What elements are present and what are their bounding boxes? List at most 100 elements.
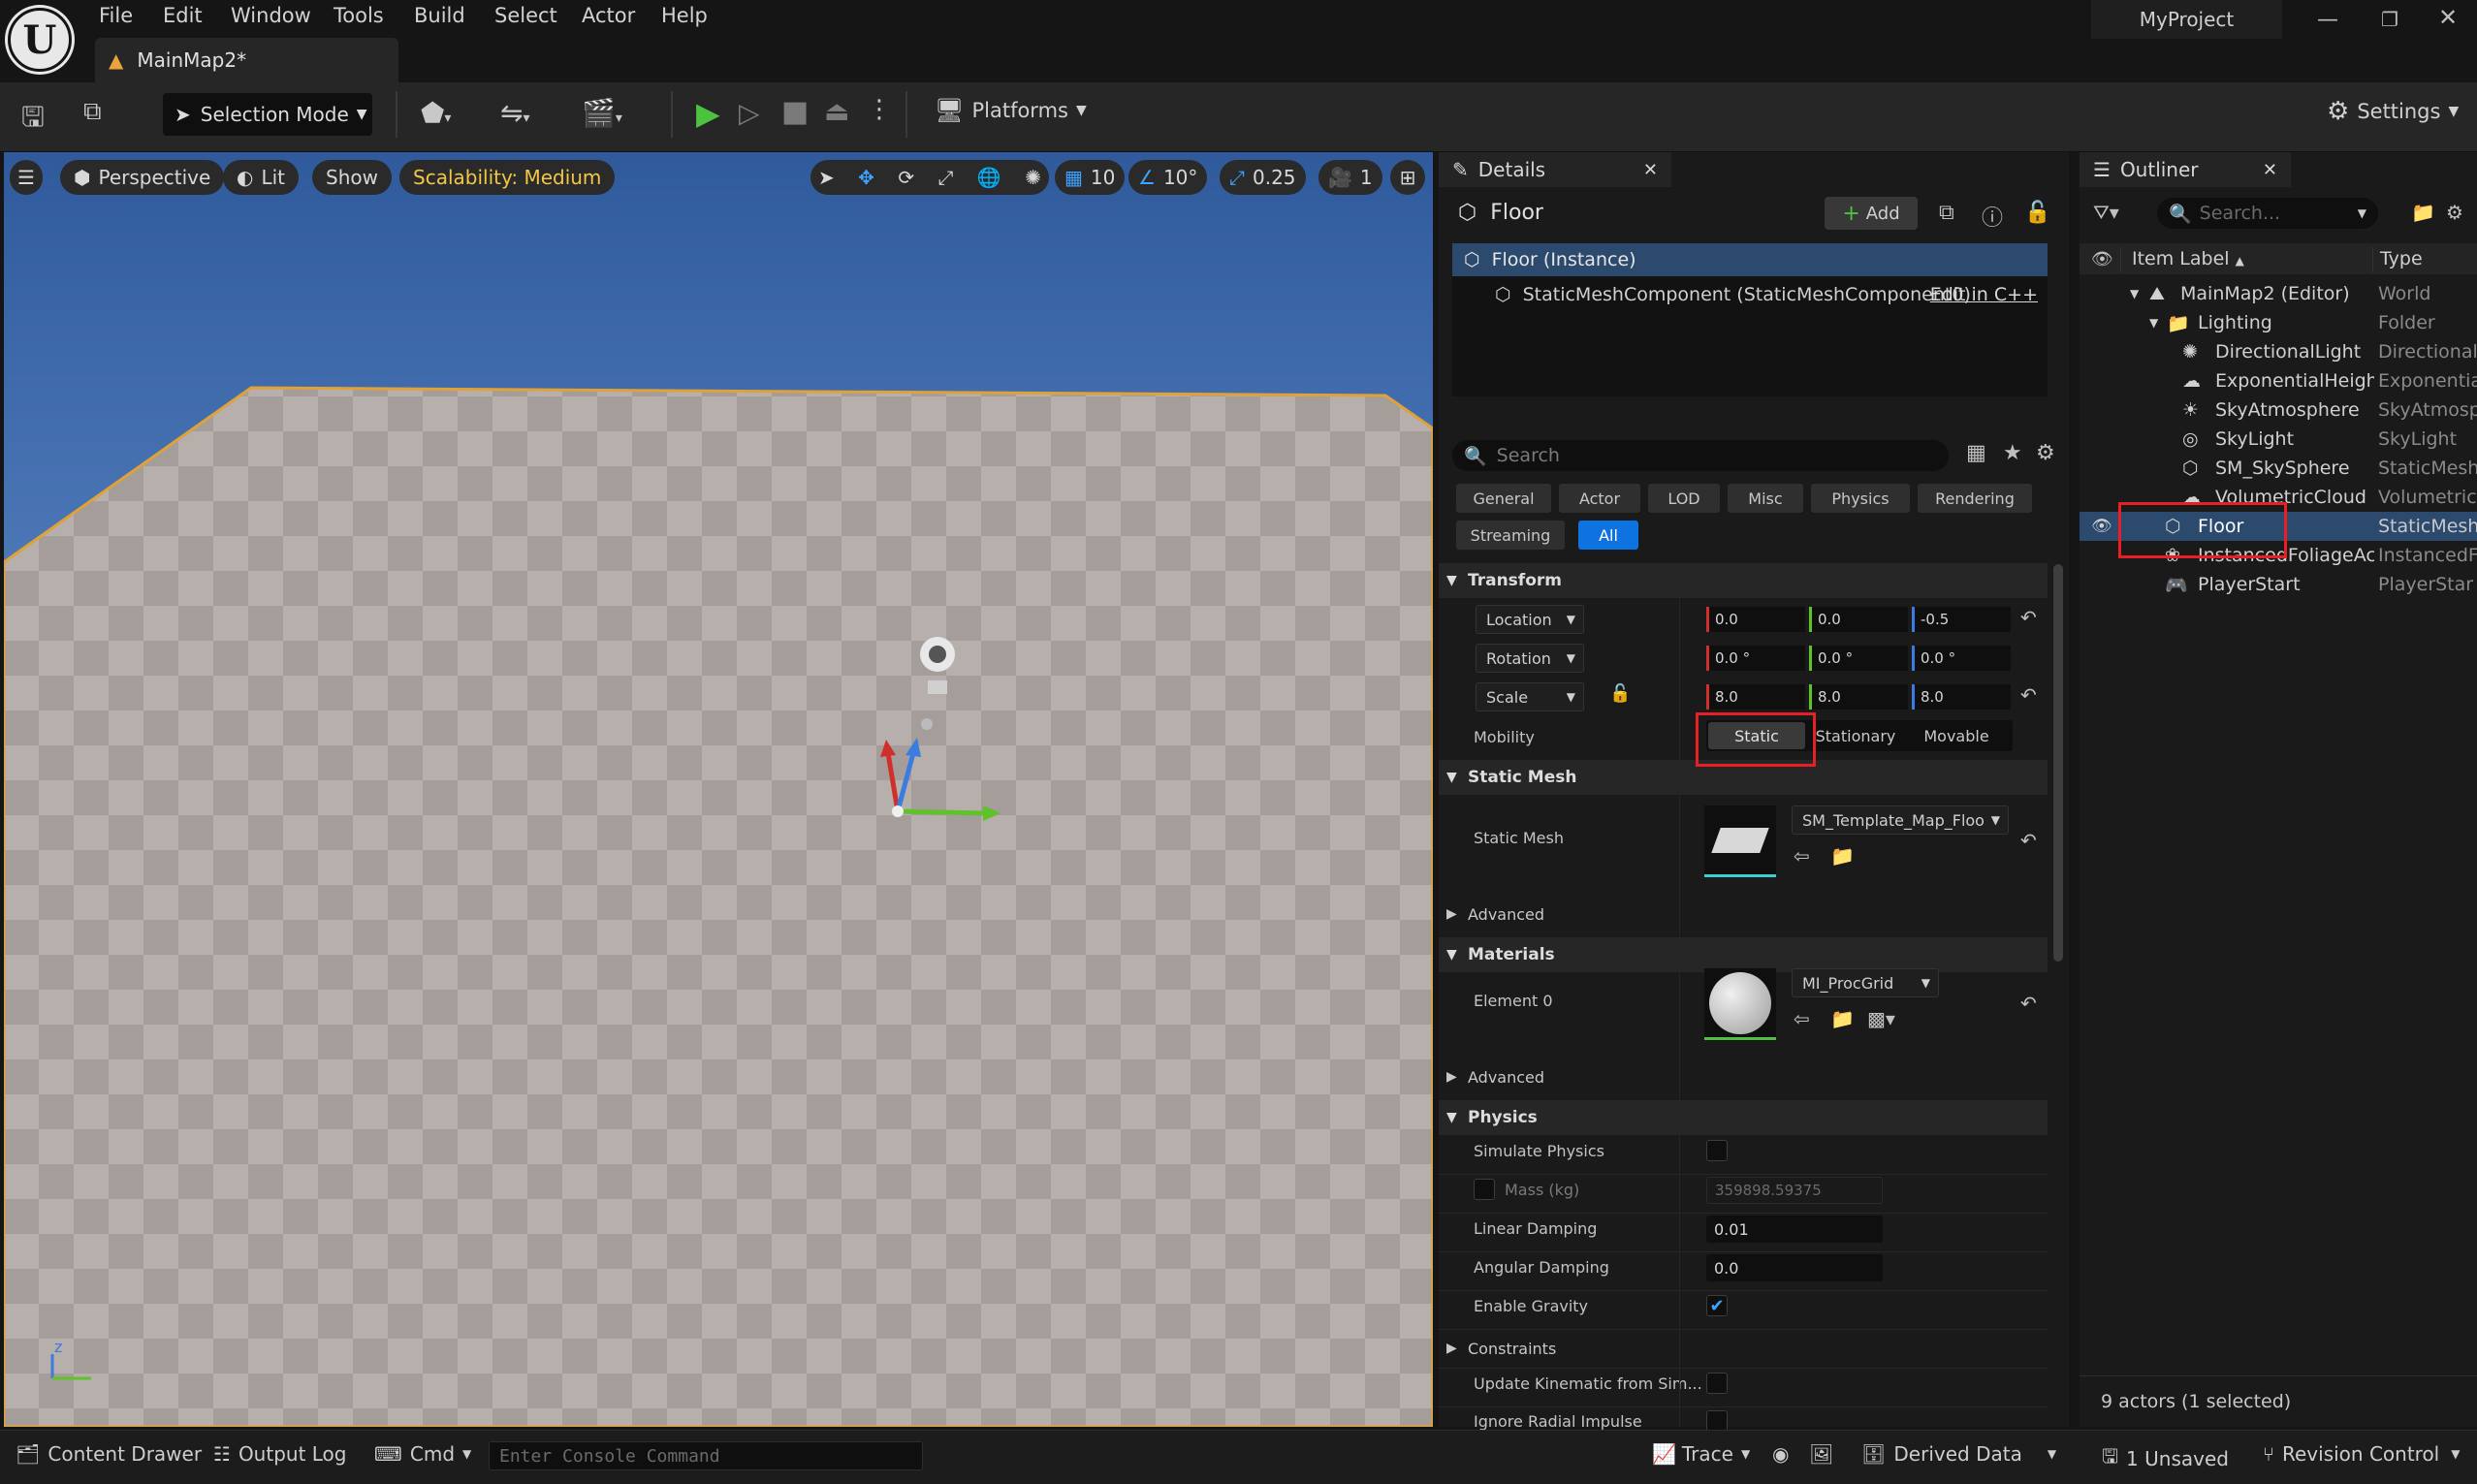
- add-component-button[interactable]: + Add: [1825, 197, 1918, 230]
- physics-section-header[interactable]: ▼ Physics: [1439, 1100, 2048, 1135]
- simulate-physics-checkbox[interactable]: [1706, 1140, 1728, 1161]
- rotate-tool-icon[interactable]: ⟳: [898, 166, 914, 189]
- menu-help[interactable]: Help: [661, 4, 708, 27]
- outliner-row-floor[interactable]: 👁 ⬡ Floor StaticMesh: [2080, 512, 2477, 541]
- use-selected-material-icon[interactable]: ⇦: [1794, 1007, 1810, 1030]
- outliner-row-world[interactable]: ▼ ⛰ MainMap2 (Editor) World: [2080, 279, 2477, 308]
- play-options-icon[interactable]: ⋮: [867, 95, 892, 124]
- location-dropdown[interactable]: Location ▼: [1476, 605, 1584, 634]
- close-icon[interactable]: ✕: [2263, 160, 2277, 180]
- location-x-field[interactable]: 0.0: [1706, 607, 1805, 632]
- material-thumbnail[interactable]: [1704, 968, 1776, 1040]
- mobility-stationary-button[interactable]: Stationary: [1805, 722, 1906, 749]
- static-mesh-picker[interactable]: SM_Template_Map_Floo ▼: [1792, 805, 2009, 835]
- level-viewport[interactable]: z ☰ ⬢ Perspective ◐ Lit Show Scalability…: [4, 152, 1433, 1427]
- scale-dropdown[interactable]: Scale ▼: [1476, 682, 1584, 711]
- console-input[interactable]: Enter Console Command: [489, 1441, 923, 1470]
- platforms-button[interactable]: 🖥 Platforms ▼: [935, 97, 1087, 124]
- material-picker[interactable]: MI_ProcGrid ▼: [1792, 968, 1939, 997]
- checker-icon[interactable]: ▩▾: [1867, 1007, 1895, 1030]
- step-icon[interactable]: ▷: [739, 97, 760, 129]
- cinematics-icon[interactable]: 🎬▾: [582, 97, 622, 129]
- eject-icon[interactable]: ⏏: [824, 95, 849, 127]
- perspective-button[interactable]: ⬢ Perspective: [60, 160, 225, 195]
- details-search-input[interactable]: 🔍 Search: [1452, 440, 1949, 471]
- outliner-row-volumetriccloud[interactable]: ☁ VolumetricCloud Volumetric: [2080, 483, 2477, 512]
- close-window-icon[interactable]: ✕: [2438, 4, 2458, 31]
- filter-lod[interactable]: LOD: [1648, 484, 1720, 513]
- reset-material-icon[interactable]: ↶: [2020, 992, 2037, 1015]
- static-mesh-advanced[interactable]: ▶ Advanced: [1439, 897, 2048, 931]
- outliner-tab[interactable]: ☰ Outliner ✕: [2080, 152, 2291, 187]
- outliner-row-exponentialheight[interactable]: ☁ ExponentialHeight Exponentia: [2080, 366, 2477, 395]
- scale-x-field[interactable]: 8.0: [1706, 684, 1805, 710]
- scale-snap-button[interactable]: ⤢ 0.25: [1220, 160, 1306, 195]
- browse-asset-icon[interactable]: 📁: [1830, 844, 1855, 868]
- filter-physics[interactable]: Physics: [1811, 484, 1910, 513]
- blueprint-icon[interactable]: ⇋▾: [500, 97, 530, 129]
- gear-icon[interactable]: ⚙: [2446, 201, 2463, 224]
- update-kinematic-checkbox[interactable]: [1706, 1373, 1728, 1394]
- filter-icon[interactable]: ⛛▾: [2093, 201, 2119, 224]
- restore-icon[interactable]: ❐: [2381, 8, 2398, 31]
- details-tab[interactable]: ✎ Details ✕: [1439, 152, 1671, 187]
- move-tool-icon[interactable]: ✥: [858, 166, 874, 189]
- tree-instance-row[interactable]: ⬡ Floor (Instance): [1452, 243, 2048, 276]
- tree-component-row[interactable]: ⬡ StaticMeshComponent (StaticMeshCompone…: [1452, 278, 2048, 311]
- browse-material-icon[interactable]: 📁: [1830, 1007, 1855, 1030]
- eye-icon[interactable]: 👁: [2091, 517, 2112, 536]
- materials-section-header[interactable]: ▼ Materials: [1439, 937, 2048, 972]
- reset-location-icon[interactable]: ↶: [2020, 606, 2037, 629]
- record-icon[interactable]: ◉: [1772, 1442, 1789, 1466]
- gear-icon[interactable]: ⚙: [2036, 441, 2055, 465]
- world-icon[interactable]: 🌐: [977, 166, 1001, 189]
- scalability-button[interactable]: Scalability: Medium: [399, 160, 616, 195]
- table-view-icon[interactable]: ▦: [1966, 441, 1986, 465]
- close-icon[interactable]: ✕: [1643, 160, 1658, 180]
- play-icon[interactable]: ▶: [696, 95, 720, 132]
- star-icon[interactable]: ★: [2003, 441, 2022, 465]
- settings-button[interactable]: ⚙ Settings ▼: [2327, 97, 2459, 126]
- reset-scale-icon[interactable]: ↶: [2020, 683, 2037, 707]
- mass-override-checkbox[interactable]: [1474, 1179, 1495, 1200]
- scale-z-field[interactable]: 8.0: [1912, 684, 2011, 710]
- lit-button[interactable]: ◐ Lit: [223, 160, 299, 195]
- outliner-search-input[interactable]: 🔍 Search... ▼: [2157, 198, 2378, 229]
- browse-icon[interactable]: ⧉: [83, 97, 102, 127]
- filter-streaming[interactable]: Streaming: [1456, 521, 1565, 550]
- level-tab[interactable]: ▲ MainMap2*: [95, 38, 398, 82]
- show-button[interactable]: Show: [312, 160, 392, 195]
- add-actor-icon[interactable]: ⬟▾: [421, 97, 451, 129]
- content-drawer-button[interactable]: 🗂 Content Drawer: [16, 1442, 202, 1466]
- derived-data-dropdown[interactable]: 🗄 Derived Data ▼: [1861, 1442, 2056, 1466]
- materials-advanced[interactable]: ▶ Advanced: [1439, 1059, 2048, 1094]
- edit-cpp-link[interactable]: Edit in C++: [1930, 284, 2038, 305]
- rotation-y-field[interactable]: 0.0 °: [1809, 646, 1908, 671]
- menu-select[interactable]: Select: [494, 4, 557, 27]
- floor-mesh[interactable]: z: [4, 152, 1433, 1427]
- filter-general[interactable]: General: [1456, 484, 1551, 513]
- scale-y-field[interactable]: 8.0: [1809, 684, 1908, 710]
- camera-speed-button[interactable]: 🎥 1: [1318, 160, 1382, 195]
- rotation-dropdown[interactable]: Rotation ▼: [1476, 644, 1584, 673]
- outliner-row-playerstart[interactable]: 🎮 PlayerStart PlayerStar: [2080, 570, 2477, 599]
- help-icon[interactable]: ⓘ: [1982, 201, 2003, 232]
- filter-rendering[interactable]: Rendering: [1918, 484, 2032, 513]
- scale-lock-icon[interactable]: 🔓: [1609, 683, 1631, 704]
- linear-damping-field[interactable]: 0.01: [1706, 1216, 1883, 1243]
- output-log-button[interactable]: ☷ Output Log: [213, 1442, 347, 1466]
- outliner-row-instancedfoliage[interactable]: ❀ InstancedFoliageAct InstancedF: [2080, 541, 2477, 570]
- selection-mode-dropdown[interactable]: ➤ Selection Mode ▼: [163, 93, 372, 136]
- outliner-row-skyatmosphere[interactable]: ☀ SkyAtmosphere SkyAtmosp: [2080, 395, 2477, 425]
- layout-button[interactable]: ⊞: [1390, 160, 1425, 195]
- mobility-static-button[interactable]: Static: [1708, 722, 1805, 749]
- unsaved-button[interactable]: 🖫 1 Unsaved: [2102, 1442, 2229, 1475]
- viewport-menu-button[interactable]: ☰: [10, 160, 43, 195]
- enable-gravity-checkbox[interactable]: ✔: [1706, 1295, 1728, 1316]
- menu-tools[interactable]: Tools: [333, 4, 384, 27]
- static-mesh-thumbnail[interactable]: [1704, 805, 1776, 877]
- rotation-x-field[interactable]: 0.0 °: [1706, 646, 1805, 671]
- menu-file[interactable]: File: [99, 4, 133, 27]
- cmd-dropdown[interactable]: ⌨ Cmd ▼: [374, 1442, 471, 1466]
- outliner-row-directionallight[interactable]: ✺ DirectionalLight Directional: [2080, 337, 2477, 366]
